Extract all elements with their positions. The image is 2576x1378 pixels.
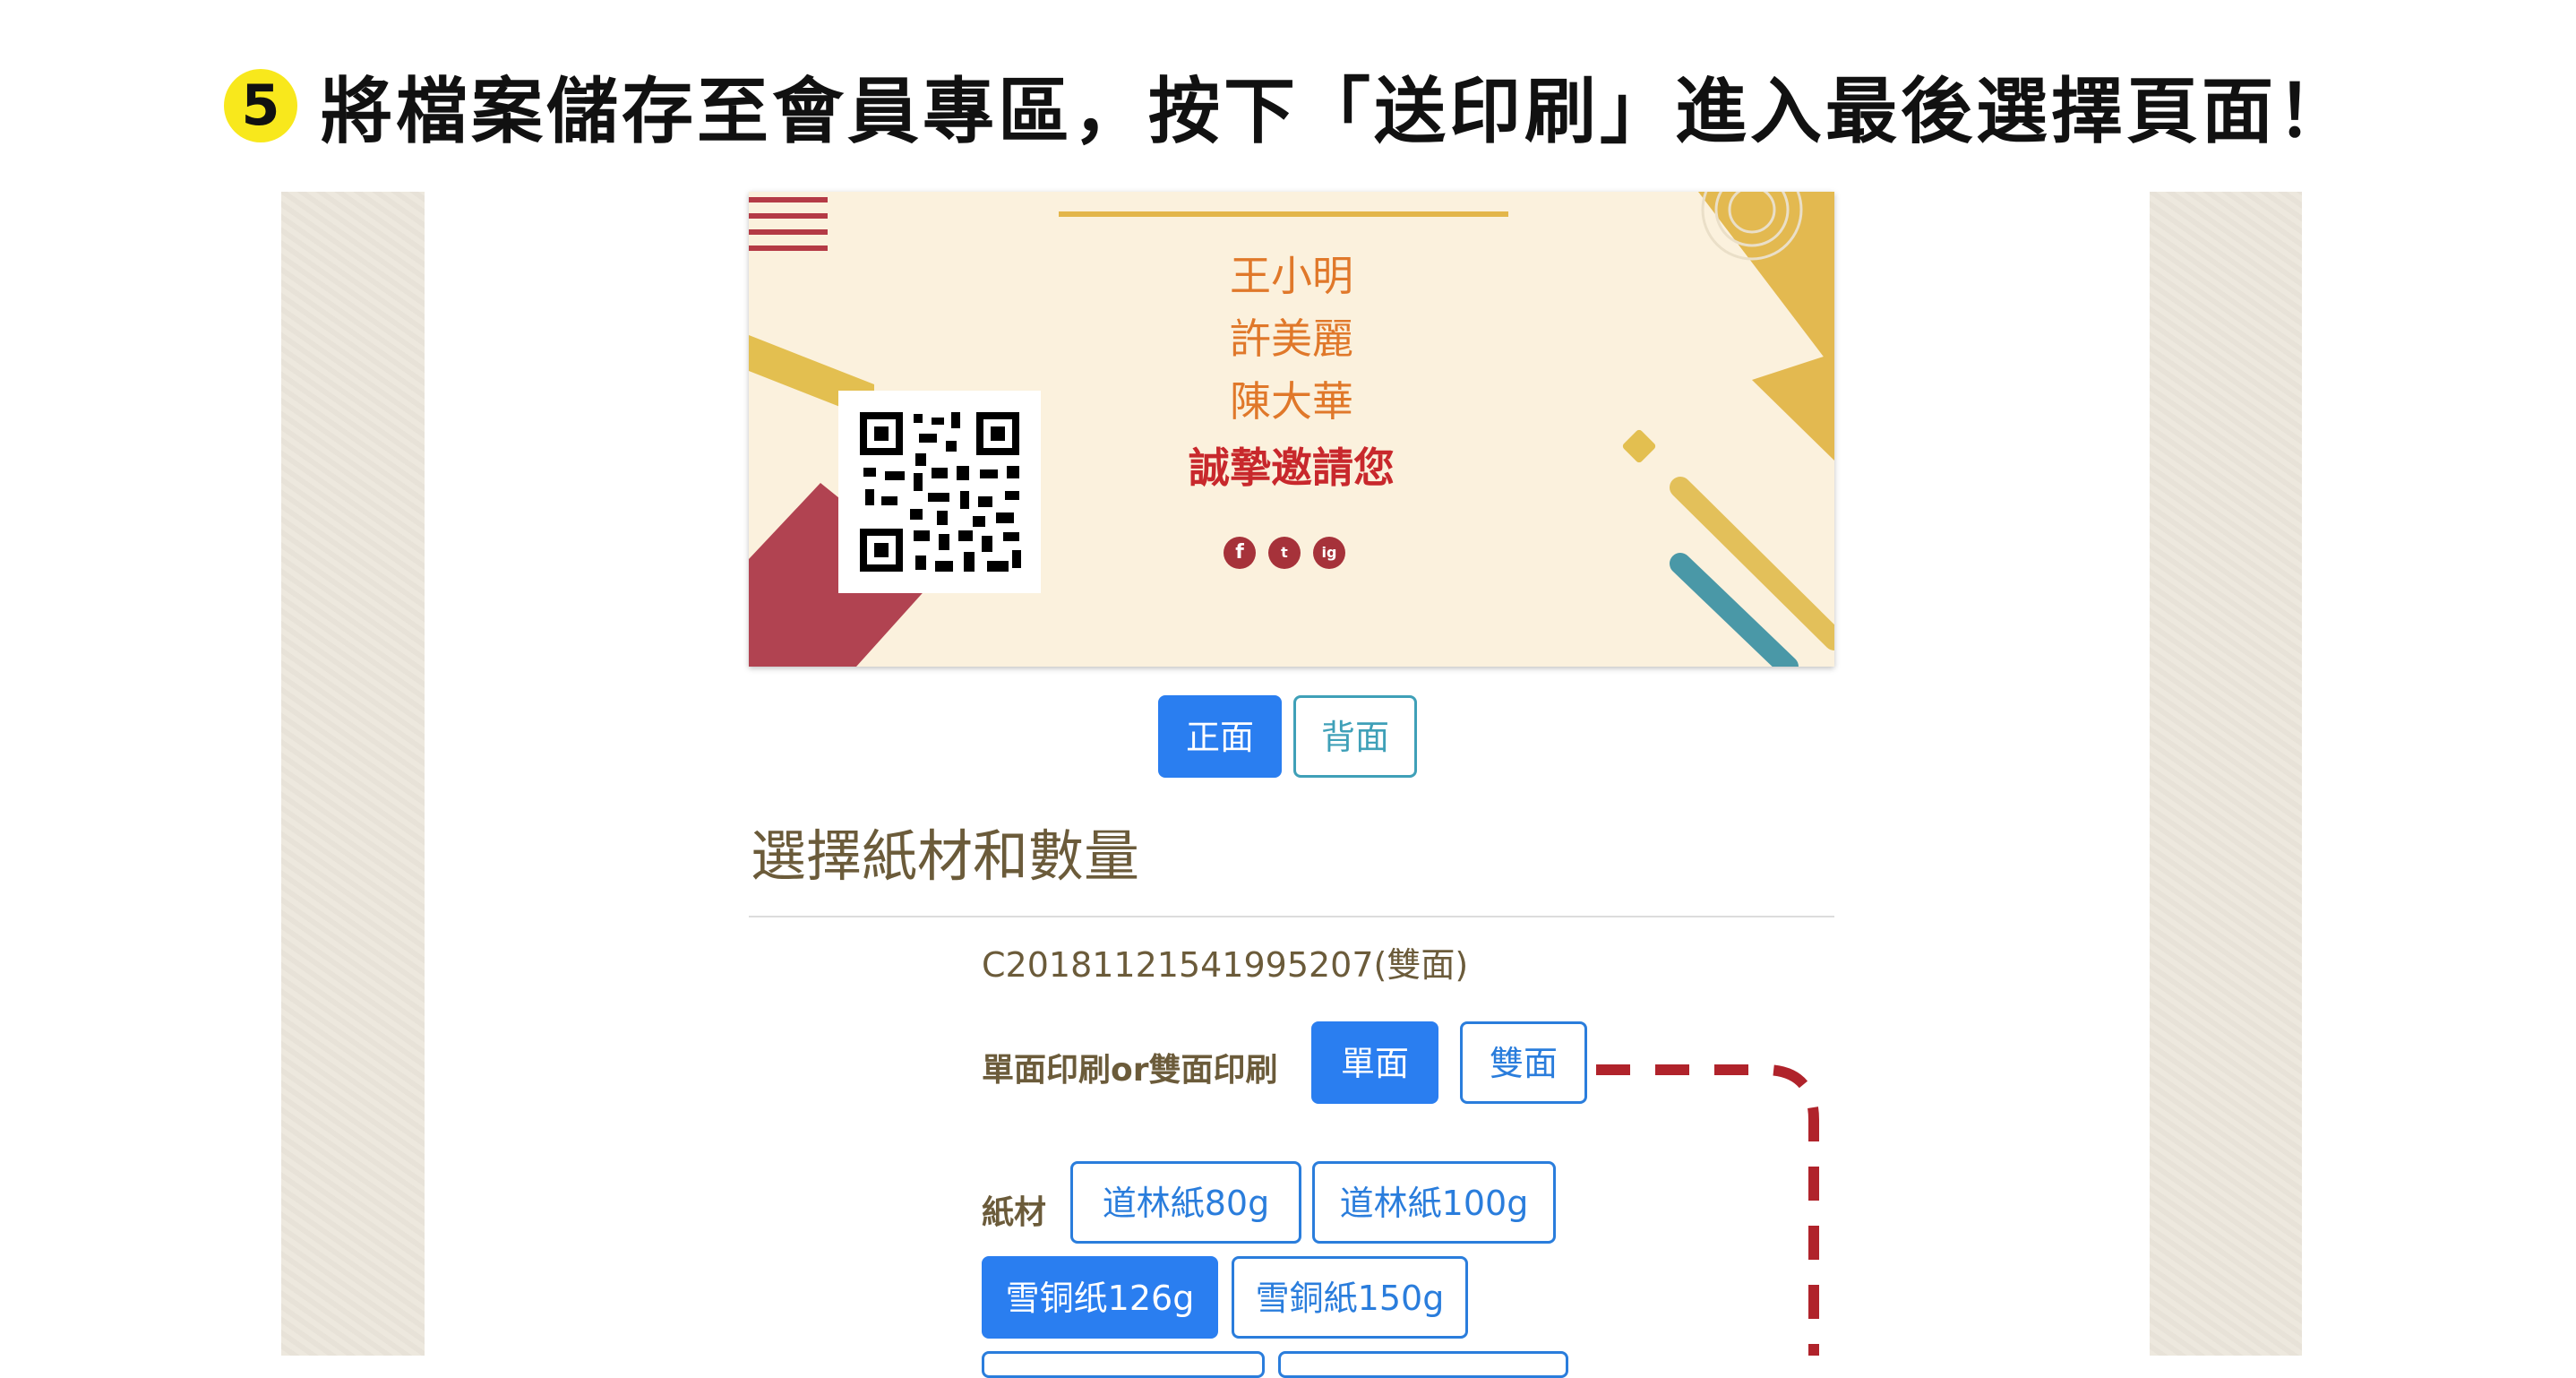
annotation-dashed-path [1596,1064,1819,1356]
